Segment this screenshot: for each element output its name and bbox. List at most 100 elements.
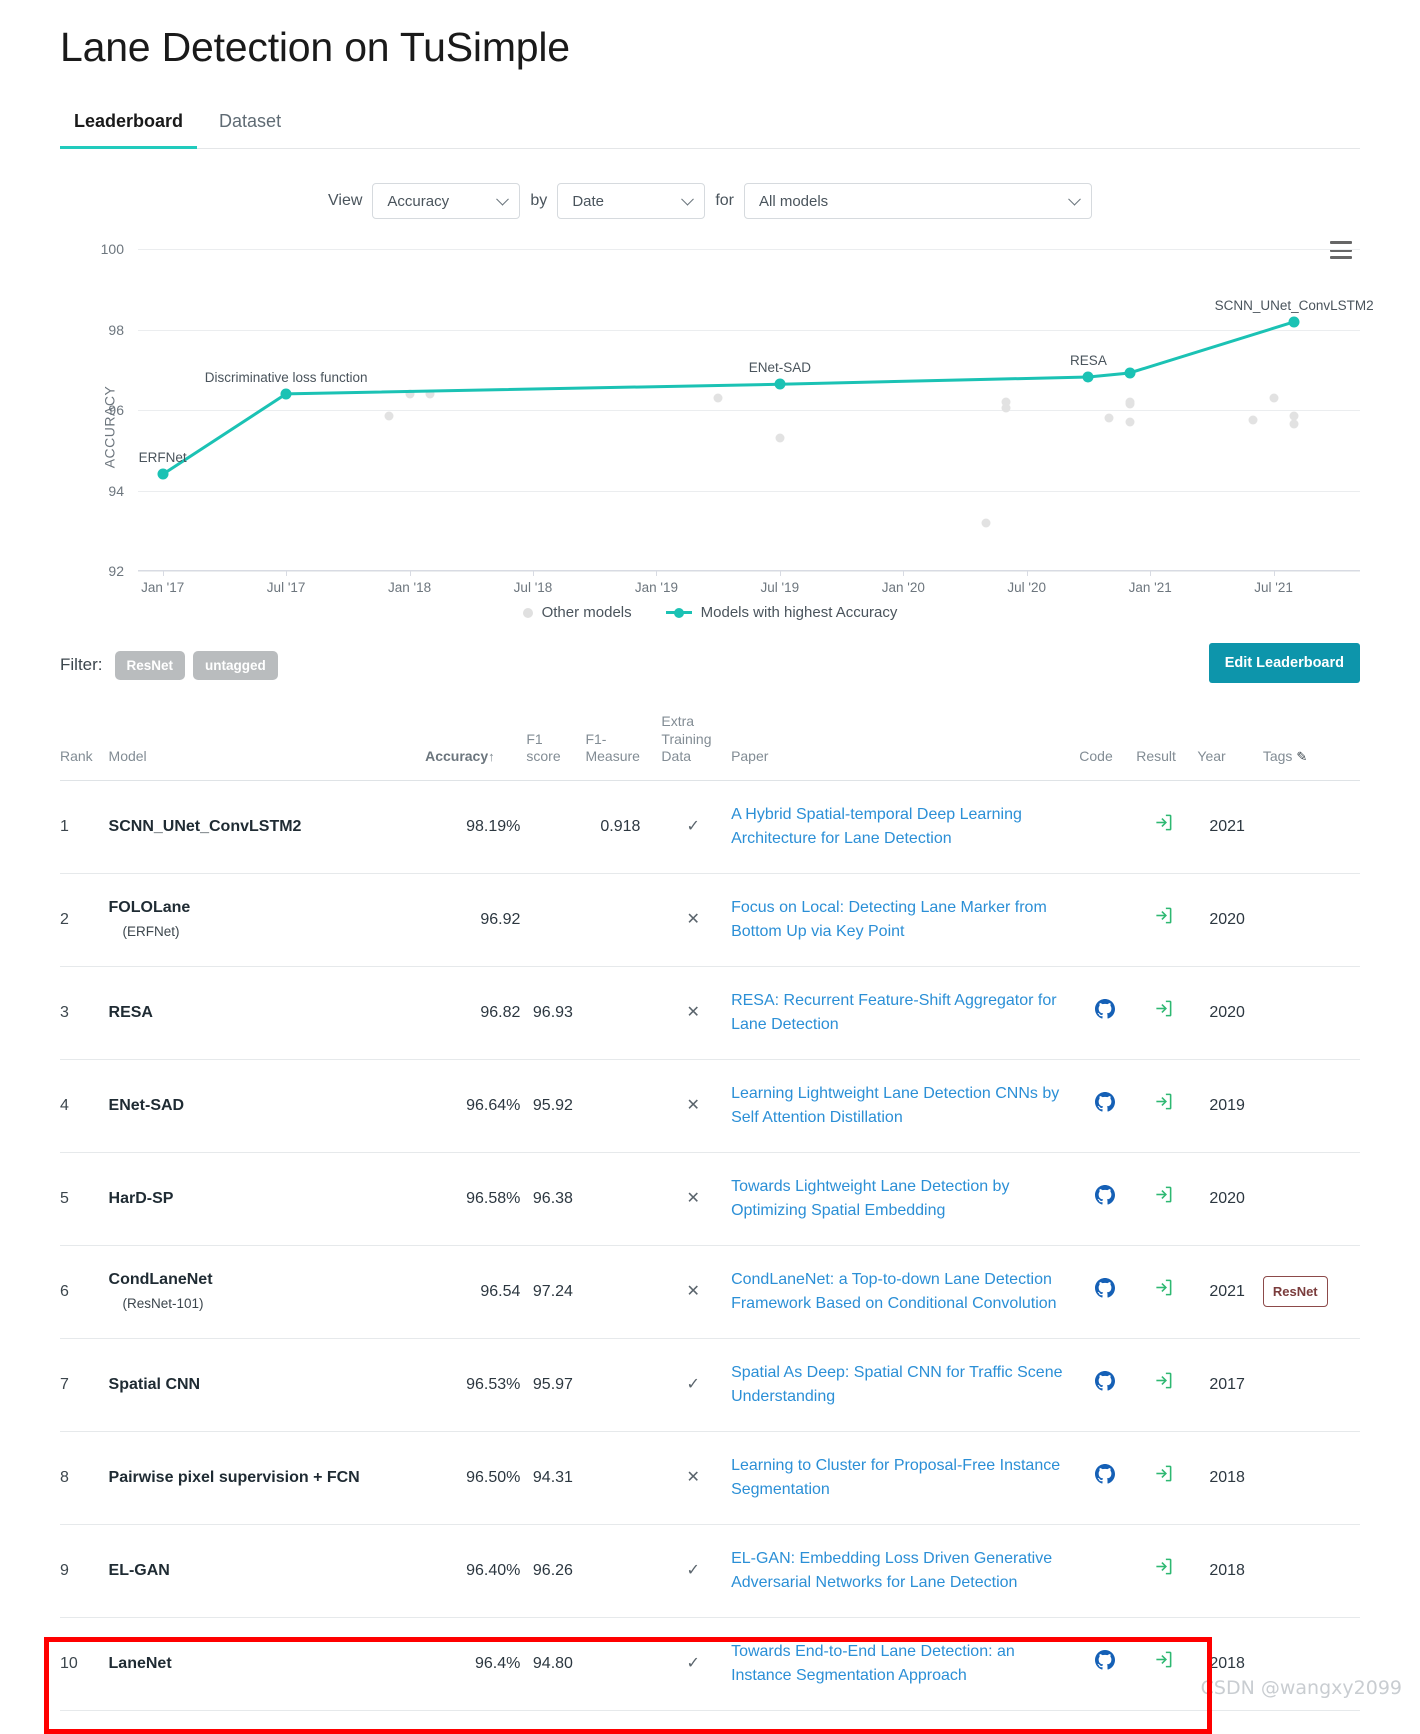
table-row[interactable]: 6 CondLaneNet (ResNet-101) 96.54 97.24 ✕ CondL… <box>60 1245 1360 1339</box>
edit-tags-icon[interactable]: ✎ <box>1296 749 1307 764</box>
paper-link[interactable]: Towards Lightweight Lane Detection by Op… <box>731 1178 1009 1219</box>
table-row[interactable]: 10 LaneNet 96.4% 94.80 ✓ Towards End-to-End L… <box>60 1617 1360 1711</box>
cell-tags <box>1262 1431 1360 1525</box>
chart-point-best[interactable] <box>157 468 169 480</box>
paper-link[interactable]: Focus on Local: Detecting Lane Marker fr… <box>731 899 1047 940</box>
github-icon[interactable] <box>1094 1649 1115 1674</box>
row-tag-chip[interactable]: ResNet <box>1262 1275 1328 1308</box>
paper-link[interactable]: RESA: Recurrent Feature-Shift Aggregator… <box>731 992 1056 1033</box>
result-link-icon[interactable] <box>1154 1651 1173 1673</box>
cell-f1-measure <box>585 1245 662 1339</box>
tab-dataset[interactable]: Dataset <box>205 105 295 149</box>
cell-f1-score: 97.24 <box>526 1245 586 1339</box>
table-row[interactable]: 2 FOLOLane (ERFNet) 96.92 ✕ Focus on Local: D… <box>60 873 1360 967</box>
github-icon[interactable] <box>1094 1277 1115 1302</box>
header-rank[interactable]: Rank <box>60 713 109 781</box>
cell-paper: Spatial As Deep: Spatial CNN for Traffic… <box>731 1338 1080 1432</box>
paper-link[interactable]: Learning Lightweight Lane Detection CNNs… <box>731 1085 1059 1126</box>
github-icon[interactable] <box>1094 998 1115 1023</box>
header-f1-measure[interactable]: F1-Measure <box>585 713 662 781</box>
table-row[interactable]: 1 SCNN_UNet_ConvLSTM2 98.19% 0.918 ✓ A Hybrid… <box>60 780 1360 874</box>
result-link-icon[interactable] <box>1154 1372 1173 1394</box>
chart-point-best[interactable] <box>774 378 786 390</box>
chart-plot-area: 92 94 96 98 100 ERFNet Discriminative loss fun… <box>101 241 1374 579</box>
metric-select[interactable]: Accuracy <box>372 183 521 219</box>
header-code[interactable]: Code <box>1079 713 1137 781</box>
paper-link[interactable]: EL-GAN: Embedding Loss Driven Generative… <box>731 1550 1052 1591</box>
cell-result <box>1136 780 1198 874</box>
result-link-icon[interactable] <box>1154 907 1173 929</box>
watermark: CSDN @wangxy2099 <box>1200 1676 1402 1699</box>
result-link-icon[interactable] <box>1154 1279 1173 1301</box>
chart-x-tick: Jan '18 <box>387 580 432 595</box>
cell-f1-score: 96.93 <box>526 966 586 1060</box>
filter-tag-resnet[interactable]: ResNet <box>114 650 186 680</box>
cell-year: 2020 <box>1197 1152 1263 1246</box>
chart-point-best[interactable] <box>1288 316 1300 328</box>
cell-code <box>1079 1431 1137 1525</box>
header-tags-label: Tags <box>1262 748 1293 764</box>
github-icon[interactable] <box>1094 1184 1115 1209</box>
header-tags[interactable]: Tags ✎ <box>1262 713 1360 781</box>
chart-legend: Other models Models with highest Accurac… <box>60 604 1360 621</box>
chart-point-best[interactable] <box>1082 371 1094 383</box>
legend-item-highest-accuracy[interactable]: Models with highest Accuracy <box>665 604 897 621</box>
models-select[interactable]: All models <box>743 183 1092 219</box>
table-row[interactable]: 8 Pairwise pixel supervision + FCN 96.50% 9… <box>60 1431 1360 1525</box>
header-paper[interactable]: Paper <box>731 713 1080 781</box>
github-icon[interactable] <box>1094 1463 1115 1488</box>
filter-tag-untagged[interactable]: untagged <box>193 650 278 680</box>
paper-link[interactable]: CondLaneNet: a Top-to-down Lane Detectio… <box>731 1271 1057 1312</box>
table-row[interactable]: 7 Spatial CNN 96.53% 95.97 ✓ Spatial As Deep:… <box>60 1338 1360 1432</box>
chart-x-tickmark <box>656 570 658 576</box>
cell-tags <box>1262 1338 1360 1432</box>
paper-link[interactable]: Learning to Cluster for Proposal-Free In… <box>731 1457 1060 1498</box>
line-marker-icon <box>665 611 692 614</box>
chart-point-best[interactable] <box>1124 367 1136 379</box>
chart-x-axis: Jan '17 Jul '17 Jan '18 Jul '18 Jan '19 Jul '… <box>138 570 1360 595</box>
edit-leaderboard-button[interactable]: Edit Leaderboard <box>1208 643 1360 683</box>
github-icon[interactable] <box>1094 1370 1115 1395</box>
header-model[interactable]: Model <box>108 713 426 781</box>
result-link-icon[interactable] <box>1154 1000 1173 1022</box>
tab-leaderboard[interactable]: Leaderboard <box>60 105 198 149</box>
header-extra-training-data[interactable]: Extra Training Data <box>661 713 732 781</box>
cell-code <box>1079 780 1137 874</box>
result-link-icon[interactable] <box>1154 814 1173 836</box>
cell-rank: 4 <box>60 1059 109 1153</box>
axis-select[interactable]: Date <box>557 183 706 219</box>
cell-extra-training-data: ✓ <box>661 1338 732 1432</box>
chart-x-tickmark <box>1273 570 1275 576</box>
github-icon[interactable] <box>1094 1091 1115 1116</box>
cell-paper: Towards End-to-End Lane Detection: an In… <box>731 1617 1080 1711</box>
table-row[interactable]: 9 EL-GAN 96.40% 96.26 ✓ EL-GAN: Embedding Los… <box>60 1524 1360 1618</box>
header-accuracy[interactable]: Accuracy↑ <box>425 713 527 781</box>
paper-link[interactable]: Spatial As Deep: Spatial CNN for Traffic… <box>731 1364 1062 1405</box>
chart-x-tickmark <box>1026 570 1028 576</box>
tab-bar: Leaderboard Dataset <box>60 105 1360 149</box>
header-f1-score[interactable]: F1 score <box>526 713 586 781</box>
result-link-icon[interactable] <box>1154 1465 1173 1487</box>
cell-code <box>1079 1059 1137 1153</box>
chart-point-best[interactable] <box>280 388 292 400</box>
chart-x-tick: Jan '21 <box>1128 580 1172 595</box>
cell-rank: 7 <box>60 1338 109 1432</box>
result-link-icon[interactable] <box>1154 1093 1173 1115</box>
paper-link[interactable]: A Hybrid Spatial-temporal Deep Learning … <box>731 806 1022 847</box>
result-link-icon[interactable] <box>1154 1558 1173 1580</box>
chart-gridline <box>138 571 1360 572</box>
cell-f1-score: 95.97 <box>526 1338 586 1432</box>
cell-extra-training-data: ✕ <box>661 1245 732 1339</box>
result-link-icon[interactable] <box>1154 1186 1173 1208</box>
header-result[interactable]: Result <box>1136 713 1198 781</box>
cell-year: 2018 <box>1197 1431 1263 1525</box>
cell-result <box>1136 1524 1198 1618</box>
table-row[interactable]: 5 HarD-SP 96.58% 96.38 ✕ Towards Lightweight … <box>60 1152 1360 1246</box>
table-row[interactable]: 3 RESA 96.82 96.93 ✕ RESA: Recurrent Feature-… <box>60 966 1360 1060</box>
paper-link[interactable]: Towards End-to-End Lane Detection: an In… <box>731 1643 1015 1684</box>
legend-item-other-models[interactable]: Other models <box>522 604 632 621</box>
chart-point-label: SCNN_UNet_ConvLSTM2 <box>1214 297 1374 313</box>
table-row[interactable]: 4 ENet-SAD 96.64% 95.92 ✕ Learning Lightweigh… <box>60 1059 1360 1153</box>
header-year[interactable]: Year <box>1197 713 1263 781</box>
cell-accuracy: 98.19% <box>425 780 527 874</box>
